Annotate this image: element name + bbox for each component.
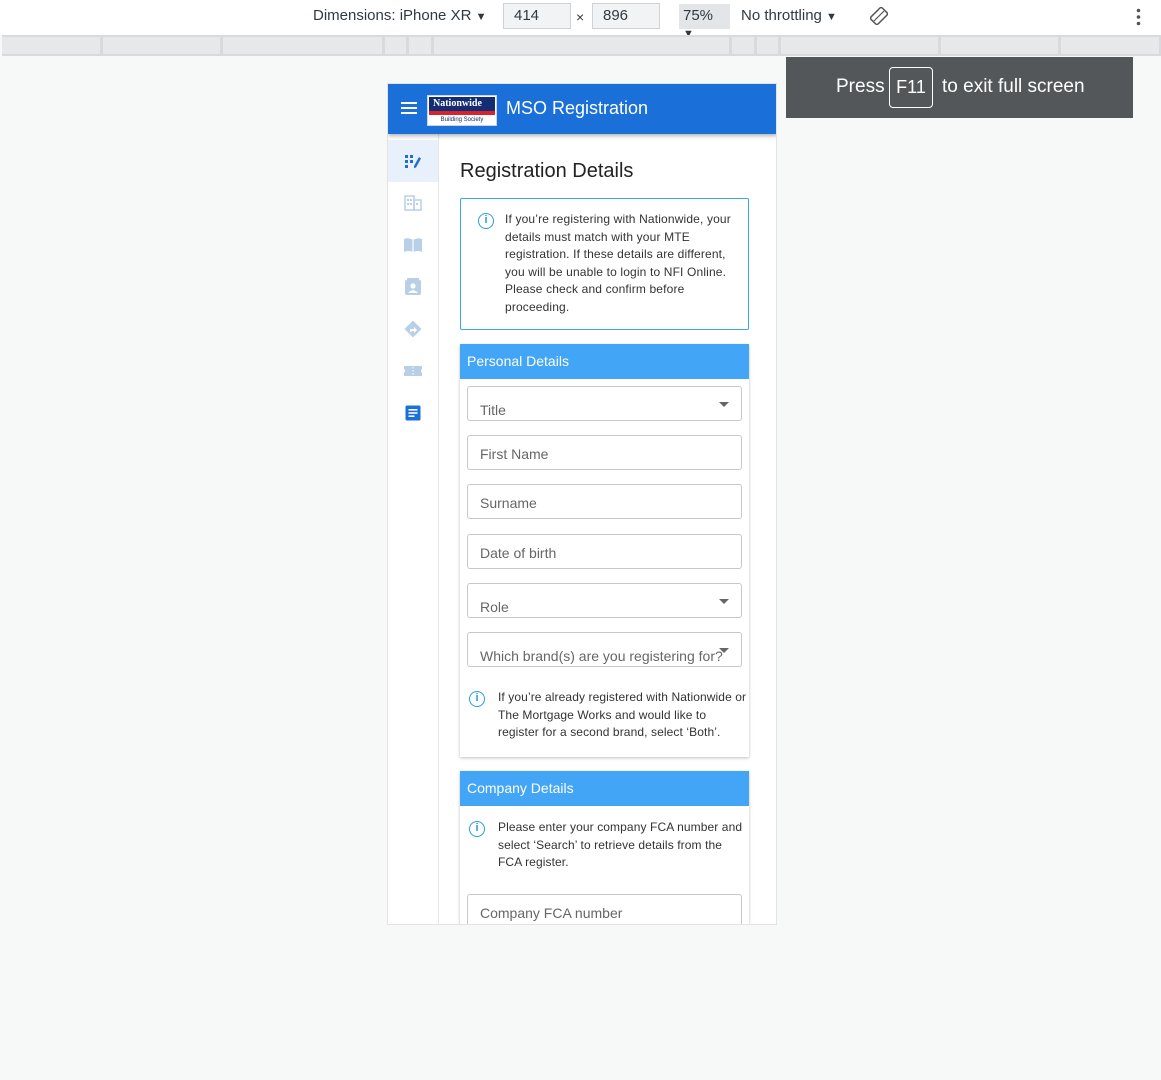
throttling-label: No throttling	[741, 7, 822, 24]
zoom-label: 75%	[683, 7, 714, 24]
directions-icon	[404, 320, 422, 338]
company-building-icon	[404, 195, 422, 211]
ruler-segment[interactable]	[103, 37, 220, 54]
ruler-segment[interactable]	[223, 37, 382, 54]
height-input[interactable]: 896	[592, 3, 660, 29]
dropdown-arrow-icon	[719, 648, 729, 653]
registration-edit-icon	[405, 155, 421, 168]
more-vertical-icon[interactable]	[1136, 8, 1141, 26]
nationwide-logo[interactable]: Nationwide Building Society	[427, 95, 497, 126]
role-label: Role	[480, 599, 509, 615]
ruler-segment[interactable]	[757, 37, 778, 54]
rail-item-book[interactable]	[388, 224, 438, 266]
zoom-select[interactable]: 75% ▼	[679, 4, 730, 40]
surname-placeholder: Surname	[480, 495, 537, 511]
fca-info-text: Please enter your company FCA number and…	[498, 820, 743, 869]
brand-label: Which brand(s) are you registering for?	[480, 648, 723, 664]
registration-info-box: i If you’re registering with Nationwide,…	[460, 198, 749, 330]
document-icon	[405, 405, 421, 421]
brand-info-text: If you’re already registered with Nation…	[498, 690, 747, 739]
info-icon: i	[478, 213, 494, 229]
personal-details-card: Personal Details Title First Name Surnam…	[460, 344, 749, 757]
rail-item-directions[interactable]	[388, 308, 438, 350]
rail-item-company[interactable]	[388, 182, 438, 224]
ruler-segment[interactable]	[385, 37, 406, 54]
rail-item-registration[interactable]	[388, 140, 438, 182]
ruler-segment[interactable]	[941, 37, 1058, 54]
logo-wordmark: Nationwide	[429, 97, 495, 111]
side-rail	[388, 134, 439, 924]
width-input[interactable]: 414	[503, 3, 571, 29]
info-icon: i	[469, 821, 485, 837]
date-of-birth-placeholder: Date of birth	[480, 545, 557, 561]
title-label: Title	[480, 402, 506, 418]
app-bar: Nationwide Building Society MSO Registra…	[388, 84, 776, 134]
company-fca-number-field[interactable]: Company FCA number	[467, 894, 742, 924]
notice-text-before: Press	[836, 76, 885, 97]
ruler-segment[interactable]	[1061, 37, 1159, 54]
company-details-card: Company Details i Please enter your comp…	[460, 771, 749, 924]
ruler-segment[interactable]	[2, 37, 100, 54]
first-name-placeholder: First Name	[480, 446, 549, 462]
rail-item-document[interactable]	[388, 392, 438, 434]
rail-item-contacts[interactable]	[388, 266, 438, 308]
ruler-segment[interactable]	[409, 37, 431, 54]
f11-key: F11	[889, 67, 933, 108]
device-label: Dimensions: iPhone XR	[313, 7, 472, 24]
ruler-segment[interactable]	[781, 37, 938, 54]
rail-item-ticket[interactable]	[388, 350, 438, 392]
contact-card-icon	[405, 278, 421, 295]
personal-details-header: Personal Details	[460, 344, 749, 379]
ticket-icon	[404, 366, 422, 376]
app-title: MSO Registration	[506, 98, 649, 118]
first-name-field[interactable]: First Name	[467, 435, 742, 470]
book-icon	[404, 238, 422, 252]
dropdown-arrow-icon	[719, 402, 729, 407]
role-select[interactable]: Role	[467, 583, 742, 618]
company-fca-number-placeholder: Company FCA number	[480, 905, 623, 921]
media-query-ruler[interactable]	[2, 35, 1161, 56]
company-details-header: Company Details	[460, 771, 749, 806]
logo-subtitle: Building Society	[440, 117, 484, 123]
main-content: Registration Details i If you’re registe…	[439, 134, 776, 924]
dropdown-arrow-icon	[719, 599, 729, 604]
registration-info-text: If you’re registering with Nationwide, y…	[505, 212, 731, 314]
hamburger-menu-icon[interactable]	[401, 102, 417, 114]
devtools-device-toolbar: Dimensions: iPhone XR ▼ 414 × 896 75% ▼ …	[0, 0, 1161, 40]
caret-down-icon: ▼	[826, 11, 837, 23]
ruler-segment[interactable]	[732, 37, 754, 54]
caret-down-icon: ▼	[475, 11, 487, 23]
title-select[interactable]: Title	[467, 386, 742, 421]
page-title: Registration Details	[460, 160, 634, 182]
device-select[interactable]: Dimensions: iPhone XR ▼	[313, 7, 486, 24]
fullscreen-notice: Press F11 to exit full screen	[786, 57, 1133, 118]
notice-text-after: to exit full screen	[942, 76, 1085, 97]
rotate-icon[interactable]	[869, 6, 889, 26]
times-sign: ×	[576, 9, 585, 25]
info-icon: i	[469, 691, 485, 707]
surname-field[interactable]: Surname	[467, 484, 742, 519]
throttling-select[interactable]: No throttling ▼	[741, 7, 837, 24]
date-of-birth-field[interactable]: Date of birth	[467, 534, 742, 569]
ruler-segment[interactable]	[434, 37, 729, 54]
device-viewport: Nationwide Building Society MSO Registra…	[387, 83, 777, 925]
brand-select[interactable]: Which brand(s) are you registering for?	[467, 632, 742, 667]
